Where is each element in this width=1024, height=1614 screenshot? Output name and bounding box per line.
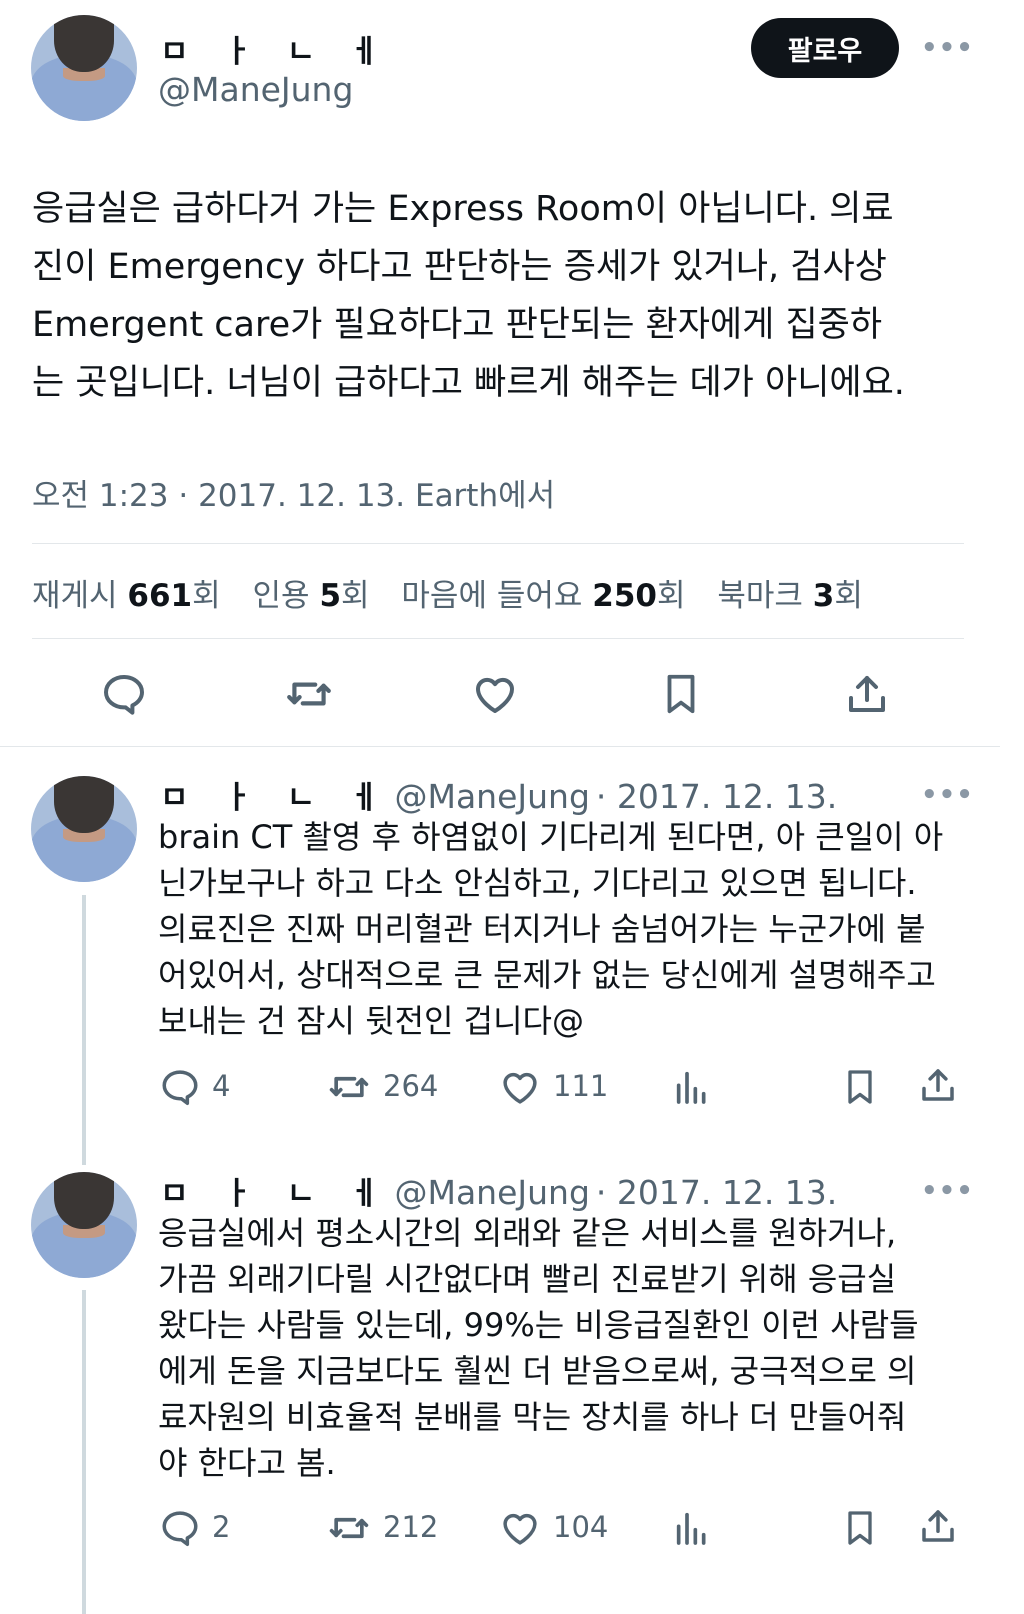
reply-header: ㅁ ㅏ ㄴ ㅔ @ManeJung · 2017. 12. 13. bbox=[160, 772, 837, 817]
reply-avatar[interactable] bbox=[31, 1172, 137, 1278]
repost-icon[interactable] bbox=[326, 1506, 372, 1550]
tweet-text: 응급실은 급하다거 가는 Express Room이 아닙니다. 의료 진이 E… bbox=[32, 180, 972, 412]
repost-count: 264 bbox=[383, 1069, 439, 1103]
reply-date[interactable]: · 2017. 12. 13. bbox=[596, 777, 837, 816]
reply-author-handle[interactable]: @ManeJung bbox=[394, 777, 589, 816]
reply-count: 4 bbox=[212, 1069, 231, 1103]
more-options-icon[interactable]: ••• bbox=[921, 780, 974, 810]
repost-stat[interactable]: 재게시 661회 bbox=[32, 578, 221, 614]
reply-icon[interactable] bbox=[158, 1506, 202, 1550]
views-icon[interactable] bbox=[670, 1065, 714, 1109]
bookmark-icon[interactable] bbox=[838, 1065, 882, 1109]
follow-button[interactable]: 팔로우 bbox=[751, 18, 899, 78]
reply-text-line: 어있어서, 상대적으로 큰 문제가 없는 당신에게 설명해주고 bbox=[158, 956, 936, 994]
reply-text-line: 가끔 외래기다릴 시간없다며 빨리 진료받기 위해 응급실 bbox=[158, 1260, 897, 1298]
bookmark-stat[interactable]: 북마크 3회 bbox=[717, 578, 863, 614]
repost-count: 212 bbox=[383, 1510, 439, 1544]
reply-count: 2 bbox=[212, 1510, 231, 1544]
share-icon[interactable] bbox=[916, 1063, 960, 1107]
thread-connector bbox=[82, 895, 86, 1165]
reply-text: 응급실에서 평소시간의 외래와 같은 서비스를 원하거나, 가끔 외래기다릴 시… bbox=[158, 1210, 978, 1486]
reply-author-name[interactable]: ㅁ ㅏ ㄴ ㅔ bbox=[160, 1168, 390, 1213]
repost-icon[interactable] bbox=[283, 668, 335, 720]
reply-text-line: 보내는 건 잠시 뒷전인 겁니다@ bbox=[158, 1002, 584, 1040]
bookmark-icon[interactable] bbox=[655, 668, 707, 720]
share-icon[interactable] bbox=[916, 1504, 960, 1548]
reply-date[interactable]: · 2017. 12. 13. bbox=[596, 1173, 837, 1212]
reply-text-line: 왔다는 사람들 있는데, 99%는 비응급질환인 이런 사람들 bbox=[158, 1306, 919, 1344]
reply-avatar[interactable] bbox=[31, 776, 137, 882]
divider bbox=[32, 543, 964, 544]
tweet-text-line: 진이 Emergency 하다고 판단하는 증세가 있거나, 검사상 bbox=[32, 247, 887, 287]
reply-text-line: 닌가보구나 하고 다소 안심하고, 기다리고 있으면 됩니다. bbox=[158, 864, 917, 902]
reply-icon[interactable] bbox=[158, 1065, 202, 1109]
more-options-icon[interactable]: ••• bbox=[921, 1176, 974, 1206]
reply-header: ㅁ ㅏ ㄴ ㅔ @ManeJung · 2017. 12. 13. bbox=[160, 1168, 837, 1213]
reply-text-line: brain CT 촬영 후 하염없이 기다리게 된다면, 아 큰일이 아 bbox=[158, 818, 944, 856]
reply-icon[interactable] bbox=[98, 668, 150, 720]
tweet-timestamp[interactable]: 오전 1:23 · 2017. 12. 13. Earth에서 bbox=[32, 470, 555, 515]
reply-text-line: 료자원의 비효율적 분배를 막는 장치를 하나 더 만들어줘 bbox=[158, 1398, 907, 1436]
reply-text-line: 에게 돈을 지금보다도 훨씬 더 받음으로써, 궁극적으로 의 bbox=[158, 1352, 917, 1390]
more-options-icon[interactable]: ••• bbox=[921, 33, 974, 63]
reply-author-handle[interactable]: @ManeJung bbox=[394, 1173, 589, 1212]
divider bbox=[0, 746, 1000, 747]
like-count: 104 bbox=[553, 1510, 609, 1544]
reply-author-name[interactable]: ㅁ ㅏ ㄴ ㅔ bbox=[160, 772, 390, 817]
like-icon[interactable] bbox=[498, 1506, 542, 1550]
reply-text-line: 야 한다고 봄. bbox=[158, 1444, 336, 1482]
share-icon[interactable] bbox=[841, 668, 893, 720]
repost-icon[interactable] bbox=[326, 1065, 372, 1109]
like-count: 111 bbox=[553, 1069, 609, 1103]
reply-text: brain CT 촬영 후 하염없이 기다리게 된다면, 아 큰일이 아 닌가보… bbox=[158, 814, 978, 1044]
like-stat[interactable]: 마음에 들어요 250회 bbox=[401, 578, 685, 614]
like-icon[interactable] bbox=[469, 668, 521, 720]
thread-connector bbox=[82, 1290, 86, 1614]
like-icon[interactable] bbox=[498, 1065, 542, 1109]
bookmark-icon[interactable] bbox=[838, 1506, 882, 1550]
views-icon[interactable] bbox=[670, 1506, 714, 1550]
author-handle[interactable]: @ManeJung bbox=[158, 70, 353, 109]
reply-text-line: 의료진은 진짜 머리혈관 터지거나 숨넘어가는 누군가에 붙 bbox=[158, 910, 926, 948]
author-avatar[interactable] bbox=[31, 15, 137, 121]
quote-stat[interactable]: 인용 5회 bbox=[253, 578, 370, 614]
tweet-text-line: 응급실은 급하다거 가는 Express Room이 아닙니다. 의료 bbox=[32, 189, 894, 229]
divider bbox=[32, 638, 964, 639]
tweet-stats: 재게시 661회 인용 5회 마음에 들어요 250회 북마크 3회 bbox=[32, 570, 885, 615]
author-name[interactable]: ㅁ ㅏ ㄴ ㅔ bbox=[160, 26, 390, 71]
tweet-text-line: 는 곳입니다. 너님이 급하다고 빠르게 해주는 데가 아니에요. bbox=[32, 363, 905, 403]
tweet-text-line: Emergent care가 필요하다고 판단되는 환자에게 집중하 bbox=[32, 305, 883, 345]
reply-text-line: 응급실에서 평소시간의 외래와 같은 서비스를 원하거나, bbox=[158, 1214, 897, 1252]
